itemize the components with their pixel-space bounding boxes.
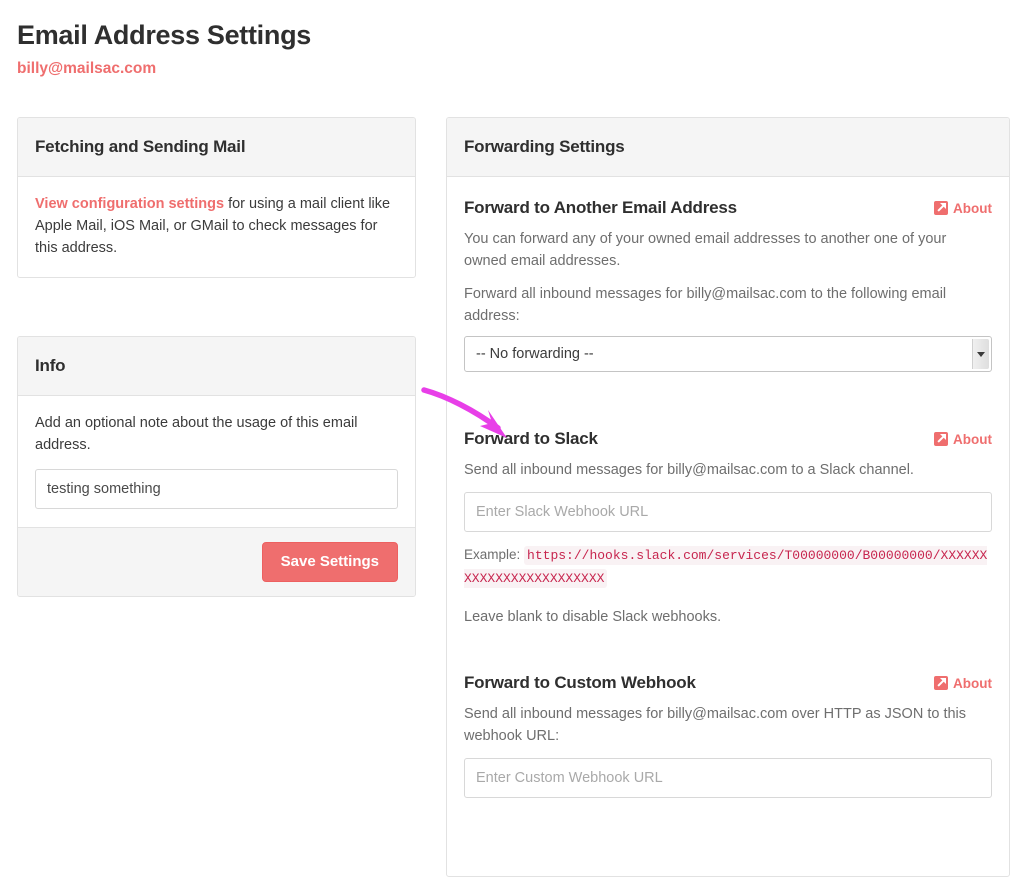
forward-email-select[interactable]: -- No forwarding --: [464, 336, 992, 372]
forward-email-select-value: -- No forwarding --: [476, 346, 594, 362]
about-label: About: [953, 675, 992, 691]
fetching-panel-text: View configuration settings for using a …: [35, 193, 398, 259]
email-address-subtitle: billy@mailsac.com: [17, 60, 157, 77]
forward-to-slack-header: Forward to Slack About: [464, 428, 992, 450]
fetching-panel-body: View configuration settings for using a …: [18, 177, 415, 277]
info-panel-heading: Info: [18, 337, 415, 396]
forwarding-panel-body: Forward to Another Email Address About Y…: [447, 177, 1009, 816]
forward-to-custom-webhook-description: Send all inbound messages for billy@mail…: [464, 706, 967, 744]
slack-example-label: Example:: [464, 547, 521, 562]
slack-example-line: Example: https://hooks.slack.com/service…: [464, 544, 992, 590]
forward-to-custom-webhook-section: Forward to Custom Webhook About Send all…: [464, 672, 992, 798]
forward-to-custom-webhook-title: Forward to Custom Webhook: [464, 673, 696, 692]
info-panel-description: Add an optional note about the usage of …: [35, 415, 358, 453]
slack-hint: Leave blank to disable Slack webhooks.: [464, 609, 722, 625]
info-panel: Info Add an optional note about the usag…: [17, 336, 416, 597]
external-link-icon: [934, 676, 949, 690]
forwarding-panel-title: Forwarding Settings: [464, 137, 625, 156]
about-link-forward-webhook[interactable]: About: [934, 676, 992, 691]
custom-webhook-url-input[interactable]: [464, 758, 992, 798]
external-link-icon: [934, 201, 949, 215]
about-label: About: [953, 431, 992, 447]
slack-example-url: https://hooks.slack.com/services/T000000…: [464, 546, 988, 588]
forward-to-email-description-2: Forward all inbound messages for billy@m…: [464, 286, 947, 324]
forward-to-slack-title: Forward to Slack: [464, 429, 598, 448]
forward-to-slack-description: Send all inbound messages for billy@mail…: [464, 462, 914, 478]
info-panel-title: Info: [35, 356, 66, 375]
forward-to-email-header: Forward to Another Email Address About: [464, 197, 992, 219]
page-header: Email Address Settings billy@mailsac.com: [17, 18, 717, 79]
page-root: Email Address Settings billy@mailsac.com…: [0, 0, 1024, 877]
page-title: Email Address Settings: [17, 20, 311, 50]
fetching-panel-heading: Fetching and Sending Mail: [18, 118, 415, 177]
forwarding-panel-heading: Forwarding Settings: [447, 118, 1009, 177]
info-panel-footer: Save Settings: [18, 527, 415, 596]
about-link-forward-email[interactable]: About: [934, 201, 992, 216]
fetching-panel-title: Fetching and Sending Mail: [35, 137, 246, 156]
save-settings-button[interactable]: Save Settings: [261, 542, 398, 582]
chevron-down-icon[interactable]: [972, 339, 989, 369]
slack-webhook-url-input[interactable]: [464, 492, 992, 532]
forwarding-settings-panel: Forwarding Settings Forward to Another E…: [446, 117, 1010, 877]
forward-to-custom-webhook-header: Forward to Custom Webhook About: [464, 672, 992, 694]
forward-to-email-description-1: You can forward any of your owned email …: [464, 231, 947, 269]
about-label: About: [953, 200, 992, 216]
about-link-forward-slack[interactable]: About: [934, 432, 992, 447]
note-input[interactable]: [35, 469, 398, 509]
info-panel-body: Add an optional note about the usage of …: [18, 396, 415, 527]
forward-to-email-section: Forward to Another Email Address About Y…: [464, 197, 992, 372]
fetching-and-sending-mail-panel: Fetching and Sending Mail View configura…: [17, 117, 416, 278]
forward-to-email-title: Forward to Another Email Address: [464, 198, 737, 217]
forward-to-slack-section: Forward to Slack About Send all inbound …: [464, 428, 992, 628]
view-configuration-settings-link[interactable]: View configuration settings: [35, 196, 224, 212]
external-link-icon: [934, 432, 949, 446]
